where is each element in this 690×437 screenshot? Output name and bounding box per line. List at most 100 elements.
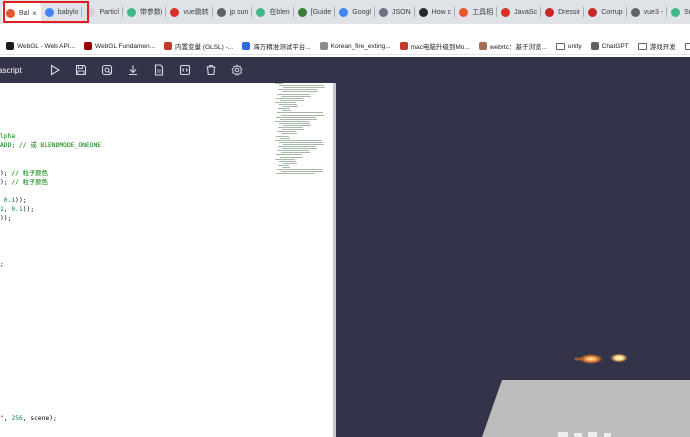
playground-toolbar: ascript bbox=[0, 57, 690, 83]
bookmark-item[interactable]: webrtc：基于浏览... bbox=[478, 41, 547, 51]
browser-tab[interactable]: [Guide bbox=[294, 2, 336, 22]
browser-tab[interactable]: Dressir bbox=[541, 2, 585, 22]
run-button[interactable] bbox=[42, 57, 68, 83]
code-text[interactable]: lpha ADD; // 或 BLENDMODE_ONEONE); // 粒子颜色… bbox=[0, 114, 101, 423]
tab-label: How c bbox=[431, 8, 452, 16]
code-line: 0.1)); bbox=[0, 196, 101, 205]
minimap-line bbox=[281, 152, 310, 154]
minimap-line bbox=[276, 173, 315, 175]
new-button[interactable] bbox=[146, 57, 172, 83]
clear-button[interactable] bbox=[198, 57, 224, 83]
code-line: ", 256, scene); bbox=[0, 414, 101, 423]
ground-highlight bbox=[604, 433, 611, 437]
minimap-line bbox=[283, 106, 298, 108]
vue-icon bbox=[256, 7, 266, 17]
doc-icon bbox=[378, 7, 388, 17]
minimap-line bbox=[280, 99, 304, 101]
leaf-icon bbox=[588, 7, 598, 17]
minimap-line bbox=[281, 171, 323, 173]
tab-label: JSON bbox=[391, 8, 411, 16]
minimap-line bbox=[280, 137, 290, 139]
minimap-line bbox=[282, 148, 317, 150]
code-token: // 粒子颜色 bbox=[11, 169, 48, 177]
minimap-line bbox=[280, 156, 303, 158]
tab-label: Corrup bbox=[601, 8, 623, 16]
browser-tab[interactable]: How c bbox=[415, 2, 456, 22]
code-line: ); // 粒子颜色 bbox=[0, 169, 101, 178]
render-canvas[interactable] bbox=[336, 83, 690, 437]
bookmark-item[interactable]: bjs-playfround bbox=[684, 42, 690, 50]
tab-label: Dressir bbox=[558, 8, 581, 16]
bookmark-label: 海万精准测试平台... bbox=[253, 44, 311, 51]
browser-tab[interactable]: JSON bbox=[375, 2, 415, 22]
code-line: lpha bbox=[0, 132, 101, 141]
bookmark-item[interactable]: WebGL - Web API... bbox=[6, 42, 75, 50]
bookmark-item[interactable]: ChatGPT bbox=[590, 42, 629, 50]
code-token: )); bbox=[15, 196, 27, 204]
browser-tab[interactable]: vue跳转 bbox=[166, 2, 214, 22]
code-token: ); bbox=[0, 169, 12, 177]
site-icon bbox=[501, 7, 511, 17]
tab-strip: Bal × babylo Particl 带参数i vue跳转 jp sun 在blen [Gu… bbox=[0, 0, 690, 24]
browser-tab[interactable]: Googl bbox=[335, 2, 375, 22]
bookmark-item[interactable]: mac电脑升级到Mo... bbox=[399, 41, 470, 51]
tab-label: jp sun bbox=[229, 8, 249, 16]
bookmark-item[interactable]: unity bbox=[555, 42, 582, 50]
minimap-line bbox=[279, 122, 310, 124]
tab-label: vue跳转 bbox=[183, 9, 209, 16]
tab-label: JavaSc bbox=[514, 8, 538, 16]
browser-tab[interactable]: Su bbox=[667, 2, 690, 22]
site-icon bbox=[242, 42, 251, 50]
minimap-line bbox=[278, 108, 290, 110]
browser-window: Bal × babylo Particl 带参数i vue跳转 jp sun 在blen [Gu… bbox=[0, 0, 690, 437]
code-token: 0.1 bbox=[11, 205, 23, 213]
play-icon bbox=[50, 64, 61, 76]
browser-tab[interactable]: 在blen bbox=[252, 2, 294, 22]
code-token: ); bbox=[0, 178, 12, 186]
download-button[interactable] bbox=[120, 57, 146, 83]
minimap-line bbox=[281, 95, 311, 97]
minimap-line bbox=[278, 164, 289, 166]
browser-tab[interactable]: JavaSc bbox=[497, 2, 542, 22]
minimap-line bbox=[276, 135, 289, 137]
folder-icon bbox=[555, 42, 565, 50]
code-editor[interactable]: lpha ADD; // 或 BLENDMODE_ONEONE); // 粒子颜色… bbox=[0, 83, 333, 437]
download-icon bbox=[129, 65, 137, 76]
bookmark-item[interactable]: 海万精准测试平台... bbox=[242, 41, 311, 51]
bookmark-label: WebGL Fundamen... bbox=[95, 42, 156, 50]
trash-icon bbox=[206, 64, 216, 76]
avatar-icon bbox=[478, 42, 487, 50]
browser-tab[interactable]: jp sun bbox=[213, 2, 253, 22]
browser-tab[interactable]: Corrup bbox=[584, 2, 628, 22]
save-button[interactable] bbox=[68, 57, 94, 83]
inspector-button[interactable] bbox=[94, 57, 120, 83]
format-button[interactable] bbox=[172, 57, 198, 83]
settings-button[interactable] bbox=[224, 57, 250, 83]
tab-label: 在blen bbox=[269, 9, 290, 16]
browser-tab[interactable]: vue3 - bbox=[627, 2, 668, 22]
tab-label: Su bbox=[684, 8, 690, 16]
bookmark-item[interactable]: 内置变量 (GLSL) -... bbox=[164, 41, 233, 51]
minimap[interactable] bbox=[275, 83, 329, 179]
vue-icon bbox=[126, 7, 136, 17]
bookmark-item[interactable]: WebGL Fundamen... bbox=[84, 42, 155, 50]
browser-tab[interactable]: 带参数i bbox=[123, 2, 167, 22]
minimap-line bbox=[275, 158, 295, 160]
save-icon bbox=[75, 64, 87, 76]
browser-tab[interactable]: 工具相 bbox=[455, 2, 498, 22]
chatgpt-icon bbox=[590, 42, 599, 50]
minimap-line bbox=[277, 169, 322, 171]
code-token: , scene); bbox=[22, 415, 57, 423]
bookmark-item[interactable]: 游戏开发 bbox=[637, 41, 676, 51]
bookmark-item[interactable]: Korean_fire_exting... bbox=[319, 42, 391, 50]
tab-label: 工具相 bbox=[472, 9, 494, 16]
